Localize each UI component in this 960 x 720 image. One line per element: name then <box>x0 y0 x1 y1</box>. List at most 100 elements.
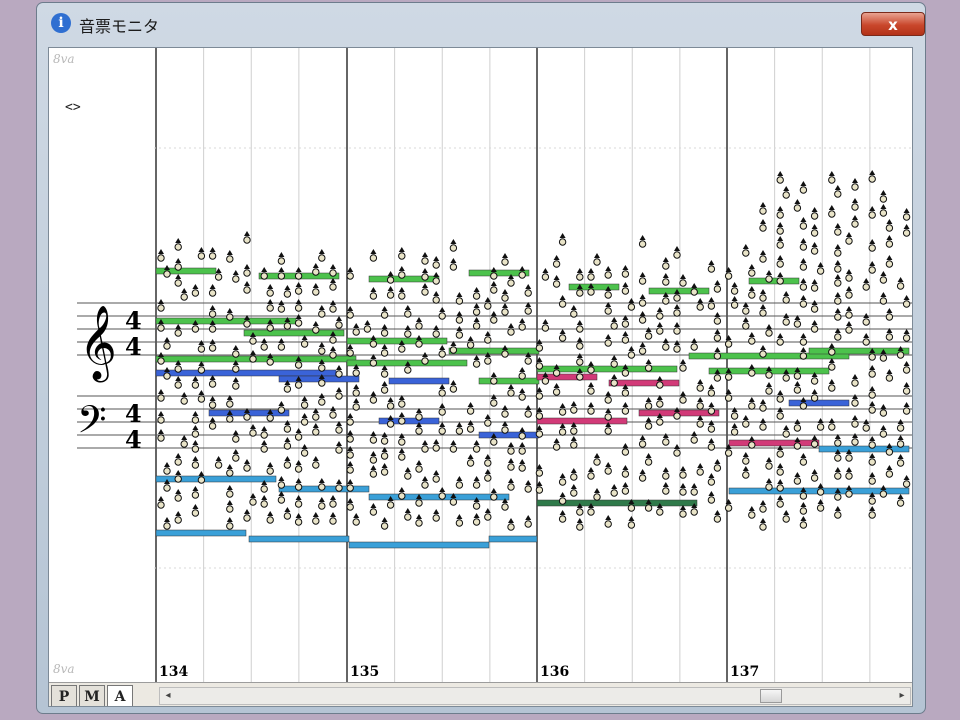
note-head <box>518 459 526 472</box>
title-bar[interactable]: i 音票モニタ x <box>49 9 925 37</box>
scroll-left-icon[interactable]: ◂ <box>160 688 176 704</box>
note-head <box>776 255 784 268</box>
note-head <box>329 278 337 291</box>
note-head <box>782 313 790 326</box>
note-duration-bar <box>748 277 800 285</box>
note-head <box>552 275 561 288</box>
note-head <box>782 425 790 438</box>
note-head <box>638 342 647 355</box>
note-head <box>243 264 251 277</box>
note-head <box>380 365 389 378</box>
note-head <box>214 268 223 281</box>
note-head <box>662 338 670 351</box>
note-head <box>277 300 286 313</box>
note-head <box>834 260 842 273</box>
tab-a[interactable]: A <box>107 685 133 706</box>
note-head <box>518 388 526 401</box>
note-head <box>799 397 808 410</box>
note-head <box>627 346 636 359</box>
note-head <box>226 395 234 408</box>
note-head <box>294 460 303 473</box>
note-head <box>644 453 653 466</box>
note-head <box>191 376 200 389</box>
treble-clef-icon: 𝄞 <box>79 306 117 383</box>
note-duration-bar <box>788 399 850 407</box>
note-head <box>232 270 240 283</box>
measure-number-135: 135 <box>350 664 379 680</box>
tab-p[interactable]: P <box>51 685 77 706</box>
note-head <box>243 459 251 472</box>
note-head <box>552 438 561 451</box>
note-head <box>541 319 550 332</box>
note-head <box>707 384 716 397</box>
note-head <box>180 435 188 448</box>
note-head <box>885 443 894 456</box>
note-head <box>501 303 509 316</box>
note-head <box>277 476 286 489</box>
note-head <box>799 453 808 466</box>
note-head <box>507 518 515 531</box>
note-head <box>438 422 446 435</box>
note-head <box>415 460 423 473</box>
tab-m[interactable]: M <box>79 685 105 706</box>
note-head <box>232 377 240 390</box>
note-head <box>226 500 234 513</box>
note-head <box>558 403 567 416</box>
note-head <box>415 335 423 348</box>
note-head <box>438 487 446 500</box>
note-head <box>346 306 354 319</box>
note-head <box>283 437 292 450</box>
note-head <box>226 517 234 530</box>
note-head <box>902 361 911 374</box>
note-head <box>243 281 251 294</box>
note-head <box>810 389 819 402</box>
note-head <box>776 171 784 184</box>
note-duration-bar <box>243 329 345 337</box>
note-head <box>748 332 756 345</box>
note-head <box>587 268 595 281</box>
scroll-right-icon[interactable]: ▸ <box>894 688 910 704</box>
note-head <box>799 502 808 515</box>
note-head <box>799 516 808 529</box>
note-head <box>644 359 653 372</box>
score-monitor-window: i 音票モニタ x 8va <> 8va 𝄞 𝄢 4 4 4 4 134 135 136 137… <box>36 2 926 714</box>
note-head <box>673 444 681 457</box>
note-head <box>810 279 819 292</box>
note-head <box>896 454 905 467</box>
note-head <box>335 387 343 400</box>
note-head <box>793 419 802 432</box>
score-view[interactable]: 8va <> 8va 𝄞 𝄢 4 4 4 4 134 135 136 137 P M A ◂ ▸ <box>48 47 913 707</box>
note-head <box>776 272 784 285</box>
note-duration-bar <box>155 529 247 537</box>
note-head <box>294 495 303 508</box>
note-head <box>455 476 464 489</box>
note-head <box>690 338 698 351</box>
note-head <box>191 425 200 438</box>
scroll-thumb[interactable] <box>760 689 782 703</box>
note-head <box>191 456 200 469</box>
note-head <box>518 442 526 455</box>
note-duration-bar <box>348 541 490 549</box>
note-head <box>191 411 200 424</box>
close-button[interactable]: x <box>861 12 925 36</box>
horizontal-scrollbar[interactable]: ◂ ▸ <box>159 687 911 705</box>
note-head <box>742 452 750 465</box>
note-head <box>283 456 292 469</box>
note-head <box>604 334 612 347</box>
note-head <box>398 448 406 461</box>
note-head <box>845 467 853 480</box>
note-head <box>415 317 423 330</box>
note-head <box>369 249 378 262</box>
note-head <box>759 202 767 215</box>
note-head <box>558 329 567 342</box>
note-head <box>266 462 274 475</box>
note-head <box>759 345 767 358</box>
note-head <box>157 389 165 402</box>
note-head <box>593 253 601 266</box>
note-head <box>180 392 188 405</box>
note-head <box>518 367 526 380</box>
note-head <box>174 489 182 502</box>
note-head <box>346 267 354 280</box>
note-head <box>335 479 343 492</box>
note-head <box>174 274 182 287</box>
